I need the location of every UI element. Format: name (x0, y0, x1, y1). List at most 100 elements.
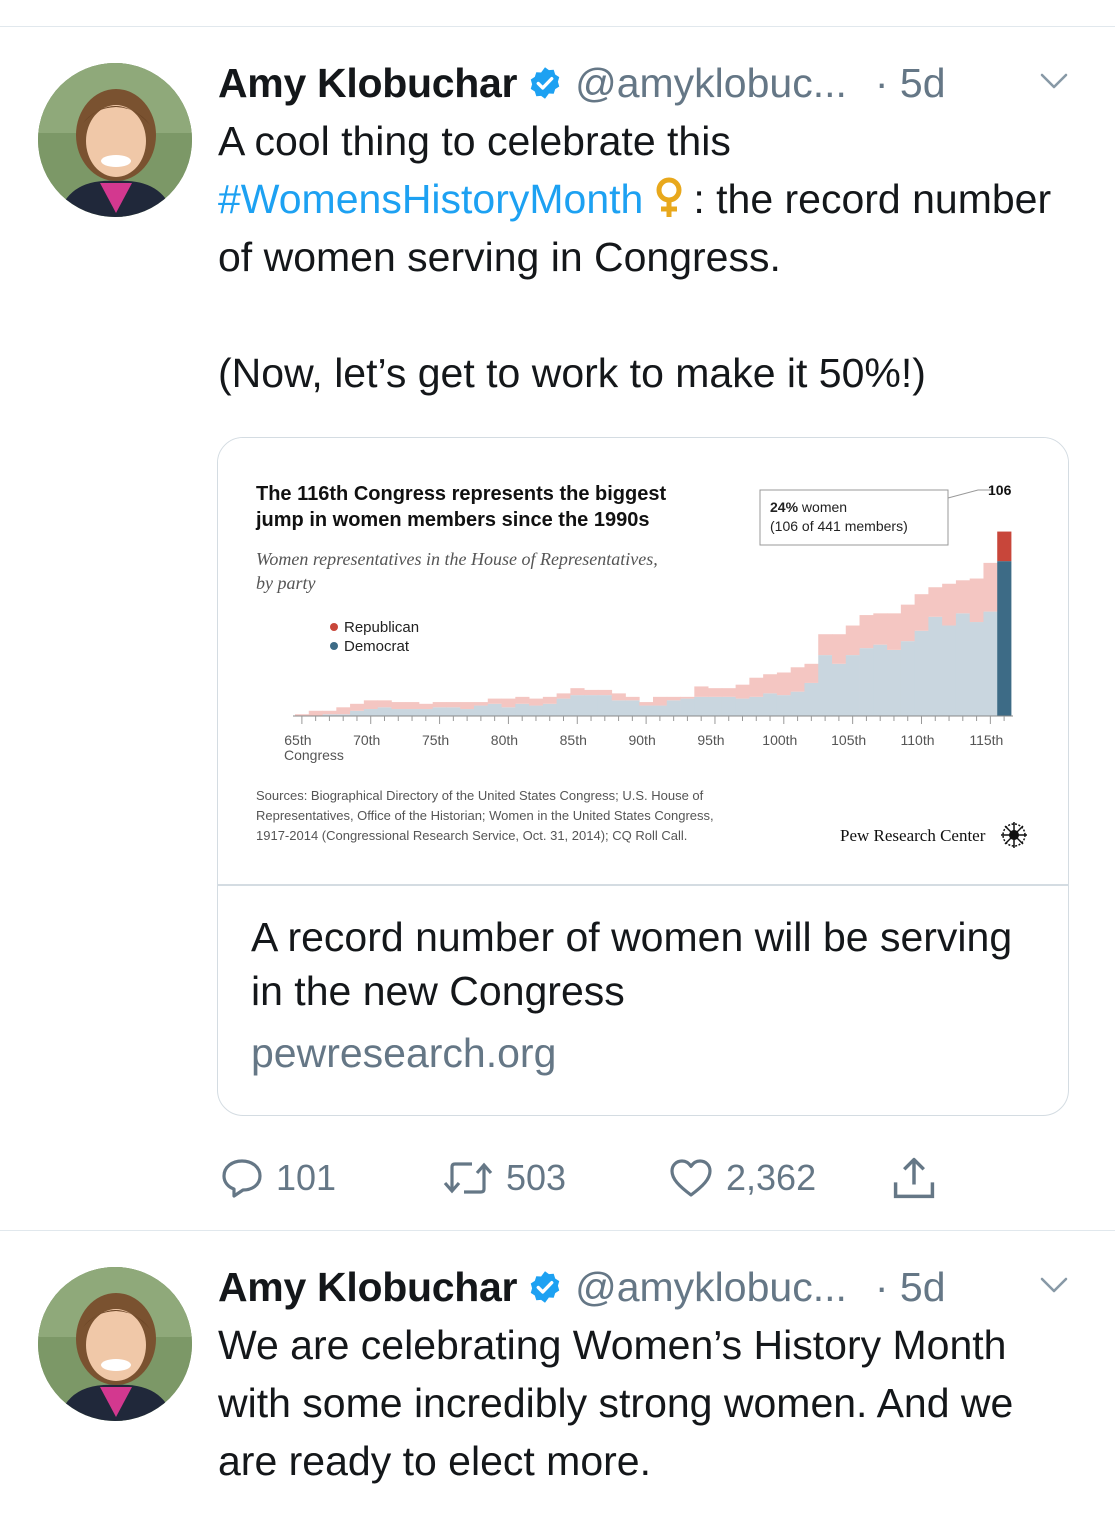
tweet-text: We are celebrating Women’s History Month… (218, 1322, 1025, 1484)
democrat-bar (391, 709, 406, 716)
x-tick-label: 95th (697, 732, 724, 748)
republican-bar (735, 684, 750, 699)
democrat-bar (432, 707, 447, 716)
democrat-bar (721, 696, 737, 716)
democrat-bar (832, 663, 847, 716)
chart-subtitle-line-1: Women representatives in the House of Re… (256, 549, 658, 569)
democrat-bar (708, 696, 723, 716)
avatar-photo-icon (38, 1267, 192, 1421)
chart-source-line-1: Sources: Biographical Directory of the U… (256, 788, 704, 803)
retweet-count: 503 (506, 1157, 567, 1198)
democrat-bar (542, 703, 558, 716)
tweet-header: Amy Klobuchar @amyklobuc... · 5d (218, 1262, 946, 1312)
republican-bar (763, 674, 778, 694)
caret-down-icon[interactable] (1036, 1270, 1072, 1300)
republican-bar (515, 696, 530, 704)
pew-logo-icon (1001, 822, 1027, 848)
democrat-bar (597, 695, 613, 716)
democrat-bar (405, 709, 420, 716)
card-image-chart[interactable]: The 116th Congress represents the bigges… (218, 438, 1068, 884)
card-domain[interactable]: pewresearch.org (251, 1030, 556, 1077)
democrat-bar (928, 616, 943, 716)
like-button[interactable]: 2,362 (666, 1150, 816, 1206)
share-button[interactable] (888, 1150, 940, 1206)
democrat-bar (529, 705, 544, 716)
democrat-bar (859, 648, 874, 716)
republican-bar (322, 710, 337, 715)
reply-icon (222, 1159, 262, 1198)
x-tick-label: 85th (560, 732, 587, 748)
democrat-bar (666, 700, 681, 716)
x-tick-label: 110th (901, 732, 935, 748)
reply-count: 101 (276, 1157, 337, 1198)
democrat-bar (942, 625, 957, 716)
x-tick-label: 100th (762, 732, 797, 748)
republican-bar (405, 702, 420, 710)
democrat-bar (377, 707, 392, 716)
tweet-header: Amy Klobuchar @amyklobuc... · 5d (218, 58, 946, 108)
democrat-bar (487, 703, 502, 716)
avatar-photo-icon (38, 63, 192, 217)
republican-bar (556, 693, 571, 699)
tweet-text-part: A cool thing to celebrate this (218, 118, 743, 164)
legend-republican-swatch (330, 623, 338, 631)
tweet-divider (0, 1230, 1115, 1231)
republican-bar (432, 702, 447, 708)
retweet-button[interactable]: 503 (440, 1150, 566, 1206)
republican-bar (542, 696, 558, 704)
democrat-bar (776, 695, 792, 716)
author-handle[interactable]: @amyklobuc... (575, 1264, 847, 1311)
democrat-bar (983, 611, 998, 716)
democrat-bar (887, 649, 902, 716)
tweet[interactable]: Amy Klobuchar @amyklobuc... · 5d We are … (0, 1262, 1115, 1521)
legend-republican: Republican (344, 619, 419, 636)
democrat-bar (625, 700, 640, 716)
link-card[interactable]: The 116th Congress represents the bigges… (217, 437, 1069, 1116)
democrat-bar (735, 698, 750, 716)
verified-badge-icon (530, 67, 560, 99)
avatar[interactable] (38, 63, 192, 217)
hashtag-link[interactable]: #WomensHistoryMonth (218, 176, 643, 222)
republican-bar (694, 686, 709, 697)
reply-button[interactable]: 101 (218, 1150, 336, 1206)
republican-bar (418, 703, 434, 710)
republican-bar (529, 698, 544, 706)
card-divider (218, 884, 1068, 886)
democrat-bar (570, 695, 585, 716)
card-title[interactable]: A record number of women will be serving… (251, 910, 1031, 1018)
democrat-bar (680, 698, 695, 716)
republican-bar (969, 578, 984, 623)
republican-bar (832, 634, 847, 664)
republican-bar (914, 594, 929, 631)
timestamp[interactable]: · 5d (875, 60, 946, 107)
democrat-bar (350, 710, 365, 716)
legend-democrat-swatch (330, 642, 338, 650)
democrat-bar (446, 707, 461, 716)
author-handle[interactable]: @amyklobuc... (575, 60, 847, 107)
democrat-bar (460, 709, 475, 716)
democrat-bar (515, 703, 530, 716)
democrat-bar (818, 655, 833, 716)
republican-bar (487, 698, 502, 704)
republican-bar (955, 580, 971, 614)
democrat-bar (653, 705, 668, 716)
x-axis-label: Congress (284, 747, 344, 763)
timestamp[interactable]: · 5d (875, 1264, 946, 1311)
share-icon (893, 1157, 935, 1199)
tweet-text: A cool thing to celebrate this #WomensHi… (218, 112, 1078, 402)
republican-bar (983, 562, 998, 612)
democrat-bar (363, 709, 379, 716)
republican-bar (749, 677, 764, 697)
top-divider (0, 26, 1115, 27)
chart-x-axis: 65th 70th 75th 80th 85th 90th 95th 100th 105th 11… (284, 715, 1013, 748)
avatar[interactable] (38, 1267, 192, 1421)
author-name[interactable]: Amy Klobuchar (218, 1264, 517, 1311)
republican-bar (721, 688, 737, 697)
author-name[interactable]: Amy Klobuchar (218, 60, 517, 107)
republican-bar (377, 700, 392, 708)
republican-bar (859, 615, 874, 649)
caret-down-icon[interactable] (1036, 66, 1072, 96)
democrat-bar (804, 682, 819, 716)
republican-bar (666, 696, 681, 701)
democrat-bar (501, 707, 516, 716)
